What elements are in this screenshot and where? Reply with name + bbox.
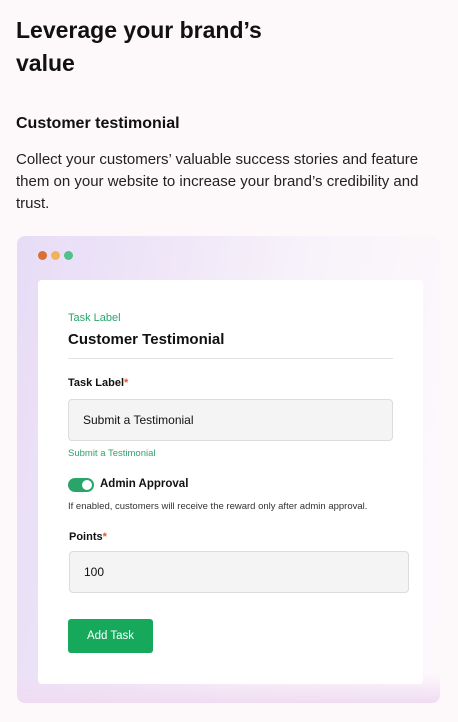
points-input[interactable] [84,565,408,579]
section-description: Collect your customers’ valuable success… [16,151,419,212]
add-task-button[interactable]: Add Task [68,619,153,653]
section-title: Customer testimonial [16,115,180,132]
points-field-text: Points [69,531,103,543]
form-title: Customer Testimonial [68,331,225,348]
admin-approval-toggle[interactable] [68,478,94,492]
form-divider [68,358,393,359]
task-label-field-text: Task Label [68,377,125,389]
task-label-helper: Submit a Testimonial [68,448,156,459]
app-mockup: Task Label Customer Testimonial Task Lab… [17,236,440,703]
task-label-field-label: Task Label* [68,377,128,389]
points-field-label: Points* [69,531,107,543]
window-dot-maximize [64,251,73,260]
task-label-input[interactable] [83,413,392,427]
toggle-knob [82,480,92,490]
page-headline: Leverage your brand’s value [16,17,262,76]
window-dot-minimize [51,251,60,260]
required-marker: * [102,531,107,543]
window-dots [38,251,73,260]
required-marker: * [124,377,129,389]
admin-approval-label: Admin Approval [100,478,189,490]
form-eyebrow-label: Task Label [68,312,121,324]
admin-approval-help: If enabled, customers will receive the r… [68,501,368,512]
points-input-wrapper [69,551,409,593]
task-form-card: Task Label Customer Testimonial Task Lab… [38,280,423,684]
window-dot-close [38,251,47,260]
task-label-input-wrapper [68,399,393,441]
